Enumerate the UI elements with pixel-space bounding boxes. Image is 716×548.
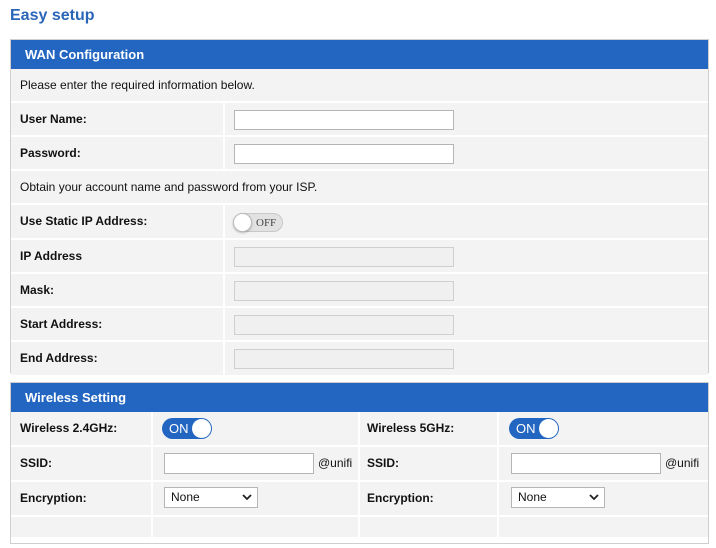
start-address-label: Start Address: — [20, 317, 103, 331]
chevron-down-icon — [242, 494, 252, 501]
toggle-state-text: ON — [169, 421, 189, 436]
mask-input[interactable] — [234, 281, 454, 301]
end-address-input[interactable] — [234, 349, 454, 369]
wan-section-header: WAN Configuration — [11, 40, 708, 69]
static-ip-row: Use Static IP Address: OFF — [11, 205, 708, 240]
password-input[interactable] — [234, 144, 454, 164]
encryption-24-label: Encryption: — [20, 491, 87, 505]
password-row: Password: — [11, 137, 708, 171]
toggle-knob — [233, 213, 252, 232]
encryption-24-value: None — [171, 490, 200, 504]
encryption-5-select[interactable]: None — [511, 487, 605, 508]
toggle-state-text: OFF — [256, 217, 277, 229]
encryption-24-select[interactable]: None — [164, 487, 258, 508]
wireless-section-header: Wireless Setting — [11, 383, 708, 412]
wireless-24-label: Wireless 2.4GHz: — [20, 421, 118, 435]
wireless-toggle-row: Wireless 2.4GHz: ON Wireless 5GHz: ON — [11, 412, 708, 447]
ip-address-input[interactable] — [234, 247, 454, 267]
encryption-5-label: Encryption: — [367, 491, 434, 505]
end-address-row: End Address: — [11, 342, 708, 375]
username-label: User Name: — [20, 112, 87, 126]
username-row: User Name: — [11, 103, 708, 137]
toggle-state-text: ON — [516, 421, 536, 436]
ssid-5-suffix: @unifi — [665, 456, 700, 470]
wan-intro-text: Please enter the required information be… — [20, 78, 255, 92]
mask-row: Mask: — [11, 274, 708, 308]
mask-label: Mask: — [20, 283, 55, 297]
wireless-5-toggle[interactable]: ON — [509, 418, 559, 439]
wireless-spacer-row — [11, 517, 708, 537]
toggle-knob — [192, 419, 211, 438]
wireless-5-label: Wireless 5GHz: — [367, 421, 455, 435]
wan-section: WAN Configuration Please enter the requi… — [10, 39, 709, 375]
ssid-5-input[interactable] — [511, 453, 661, 474]
ssid-5-label: SSID: — [367, 456, 400, 470]
username-input[interactable] — [234, 110, 454, 130]
isp-note-row: Obtain your account name and password fr… — [11, 171, 708, 205]
static-ip-label: Use Static IP Address: — [20, 214, 148, 228]
end-address-label: End Address: — [20, 351, 98, 365]
toggle-knob — [539, 419, 558, 438]
ssid-24-label: SSID: — [20, 456, 53, 470]
wireless-section: Wireless Setting Wireless 2.4GHz: ON Wir… — [10, 382, 709, 544]
ip-address-row: IP Address — [11, 240, 708, 274]
isp-note-text: Obtain your account name and password fr… — [20, 180, 318, 194]
start-address-input[interactable] — [234, 315, 454, 335]
ssid-24-suffix: @unifi — [318, 456, 353, 470]
static-ip-toggle[interactable]: OFF — [233, 213, 283, 232]
page-title: Easy setup — [10, 7, 95, 24]
ip-address-label: IP Address — [20, 249, 83, 263]
encryption-row: Encryption: None Encryption: None — [11, 482, 708, 517]
wireless-24-toggle[interactable]: ON — [162, 418, 212, 439]
chevron-down-icon — [589, 494, 599, 501]
ssid-24-input[interactable] — [164, 453, 314, 474]
start-address-row: Start Address: — [11, 308, 708, 342]
wan-intro-row: Please enter the required information be… — [11, 69, 708, 103]
ssid-row: SSID: @unifi SSID: @unifi — [11, 447, 708, 482]
password-label: Password: — [20, 146, 81, 160]
encryption-5-value: None — [518, 490, 547, 504]
